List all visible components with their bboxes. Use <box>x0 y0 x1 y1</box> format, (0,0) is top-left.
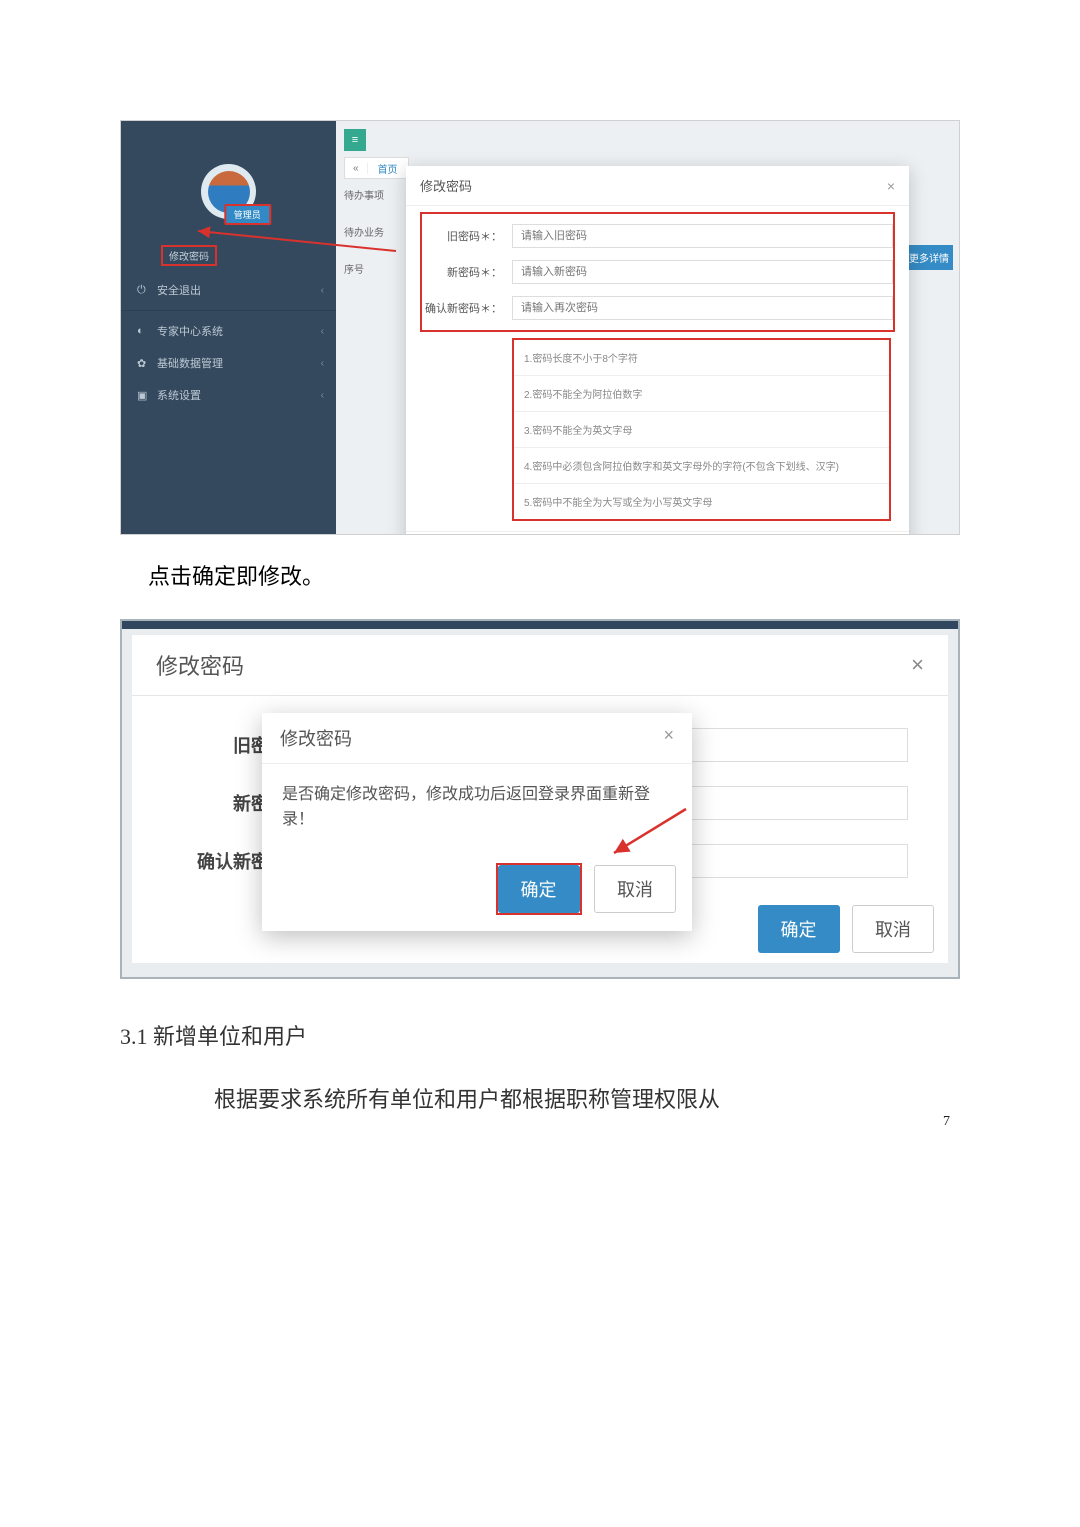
page-number: 7 <box>943 1114 950 1130</box>
old-password-input[interactable] <box>512 224 893 248</box>
close-icon[interactable]: × <box>663 725 674 751</box>
mini-column: 待办事项 待办业务 序号 <box>344 183 384 280</box>
crumb-home[interactable]: 首页 <box>368 161 408 176</box>
modal-title: 修改密码 <box>420 176 472 195</box>
sidebar: 管理员 修改密码 ⏻ 安全退出 ‹ ◐ 专家中心系统 ‹ ✿ 基础数据管理 ‹ <box>121 121 336 534</box>
section-heading: 3.1 新增单位和用户 <box>120 1019 960 1051</box>
outer-ok-button[interactable]: 确定 <box>758 905 840 953</box>
chevron-left-icon: ‹ <box>321 326 324 337</box>
sidebar-sys-setting[interactable]: ▣ 系统设置 ‹ <box>121 379 336 411</box>
label: 专家中心系统 <box>157 323 223 339</box>
ok-highlight-frame: 确定 <box>496 863 582 915</box>
new-password-row: 新密码＊： <box>422 254 893 290</box>
chevron-left-icon: ‹ <box>321 358 324 369</box>
sidebar-expert-center[interactable]: ◐ 专家中心系统 ‹ <box>121 315 336 347</box>
confirm-dialog: 修改密码 × 是否确定修改密码，修改成功后返回登录界面重新登录！ 确定 取消 <box>262 713 692 931</box>
crumb-back[interactable]: « <box>345 163 368 174</box>
confirm-password-label: 确认新密码＊： <box>422 300 502 316</box>
screenshot-change-password: 管理员 修改密码 ⏻ 安全退出 ‹ ◐ 专家中心系统 ‹ ✿ 基础数据管理 ‹ <box>120 120 960 535</box>
sidebar-safe-exit[interactable]: ⏻ 安全退出 ‹ <box>121 274 336 306</box>
confirm-password-row: 确认新密码＊： <box>422 290 893 326</box>
admin-badge: 管理员 <box>224 204 271 225</box>
outer-cancel-button[interactable]: 取消 <box>852 905 934 953</box>
rule-1: 1.密码长度不小于8个字符 <box>514 340 889 376</box>
seq-header: 序号 <box>344 257 384 280</box>
chevron-left-icon: ‹ <box>321 285 324 296</box>
confirm-ok-button[interactable]: 确定 <box>498 865 580 913</box>
avatar-wrap: 管理员 <box>121 121 336 219</box>
more-detail-button[interactable]: 更多详情 <box>905 245 953 270</box>
rule-3: 3.密码不能全为英文字母 <box>514 412 889 448</box>
todo-event: 待办事项 <box>344 183 384 206</box>
breadcrumb: « 首页 <box>344 157 409 179</box>
globe-icon: ◐ <box>137 325 149 337</box>
label: 系统设置 <box>157 387 201 403</box>
confirm-cancel-button[interactable]: 取消 <box>594 865 676 913</box>
outer-modal-title: 修改密码 <box>156 649 244 681</box>
confirm-title: 修改密码 <box>280 725 352 751</box>
new-password-label: 新密码＊： <box>422 264 502 280</box>
close-icon[interactable]: × <box>911 652 924 678</box>
main-area: ≡ « 首页 待办事项 待办业务 序号 更多详情 修改密码 × 旧 <box>336 121 959 534</box>
screenshot-confirm-dialog: 修改密码 × 旧密码 新密码 确认新密码 确定 取消 <box>120 619 960 979</box>
sidebar-base-data[interactable]: ✿ 基础数据管理 ‹ <box>121 347 336 379</box>
confirm-body: 是否确定修改密码，修改成功后返回登录界面重新登录！ <box>262 764 692 851</box>
input-highlight-frame: 旧密码＊： 新密码＊： 确认新密码＊： <box>420 212 895 332</box>
chevron-left-icon: ‹ <box>321 390 324 401</box>
hamburger-button[interactable]: ≡ <box>344 129 366 151</box>
outer-modal: 修改密码 × 旧密码 新密码 确认新密码 确定 取消 <box>132 635 948 963</box>
new-password-input[interactable] <box>512 260 893 284</box>
caption-1: 点击确定即修改。 <box>148 557 960 597</box>
label: 安全退出 <box>157 282 201 298</box>
section-paragraph: 根据要求系统所有单位和用户都根据职称管理权限从 <box>170 1079 950 1121</box>
rule-2: 2.密码不能全为阿拉伯数字 <box>514 376 889 412</box>
close-icon[interactable]: × <box>887 178 895 194</box>
todo-biz: 待办业务 <box>344 220 384 243</box>
rule-4: 4.密码中必须包含阿拉伯数字和英文字母外的字符(不包含下划线、汉字) <box>514 448 889 484</box>
password-rules: 1.密码长度不小于8个字符 2.密码不能全为阿拉伯数字 3.密码不能全为英文字母… <box>512 338 891 521</box>
confirm-password-input[interactable] <box>512 296 893 320</box>
old-password-row: 旧密码＊： <box>422 218 893 254</box>
check-icon: ✿ <box>137 357 149 369</box>
user-icon: ▣ <box>137 389 149 401</box>
change-password-box[interactable]: 修改密码 <box>161 245 217 266</box>
rule-5: 5.密码中不能全为大写或全为小写英文字母 <box>514 484 889 519</box>
power-icon: ⏻ <box>137 284 149 296</box>
label: 基础数据管理 <box>157 355 223 371</box>
sidebar-change-password[interactable]: 修改密码 <box>121 237 336 274</box>
old-password-label: 旧密码＊： <box>422 228 502 244</box>
change-password-modal: 修改密码 × 旧密码＊： 新密码＊： 确认新密码 <box>406 166 909 535</box>
